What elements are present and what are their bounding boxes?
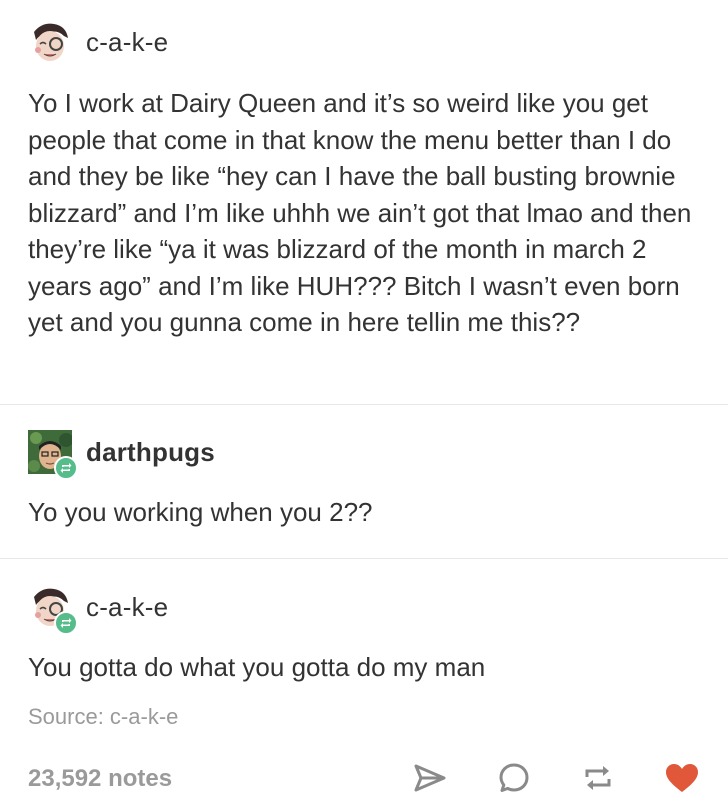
reblog-badge-icon <box>54 611 78 635</box>
avatar[interactable] <box>28 430 78 480</box>
post-actions <box>410 758 702 798</box>
username[interactable]: c-a-k-e <box>86 592 168 623</box>
reblog-icon[interactable] <box>578 758 618 798</box>
notes-count[interactable]: 23,592 notes <box>28 765 172 793</box>
post-header: c-a-k-e <box>28 20 168 64</box>
post-body-text: You gotta do what you gotta do my man <box>28 652 486 682</box>
username[interactable]: c-a-k-e <box>86 27 168 58</box>
avatar[interactable] <box>28 20 72 64</box>
username[interactable]: darthpugs <box>86 437 215 468</box>
post-body-text: Yo you working when you 2?? <box>28 497 373 527</box>
divider <box>0 404 728 405</box>
post-header: c-a-k-e <box>28 585 168 635</box>
paper-plane-icon[interactable] <box>410 758 450 798</box>
divider <box>0 558 728 559</box>
speech-bubble-icon[interactable] <box>494 758 534 798</box>
source-link[interactable]: Source: c-a-k-e <box>28 704 178 730</box>
post-header: darthpugs <box>28 430 215 480</box>
reblog-badge-icon <box>54 456 78 480</box>
avatar[interactable] <box>28 585 78 635</box>
post-body-text: Yo I work at Dairy Queen and it’s so wei… <box>28 88 692 337</box>
heart-icon[interactable] <box>662 758 702 798</box>
